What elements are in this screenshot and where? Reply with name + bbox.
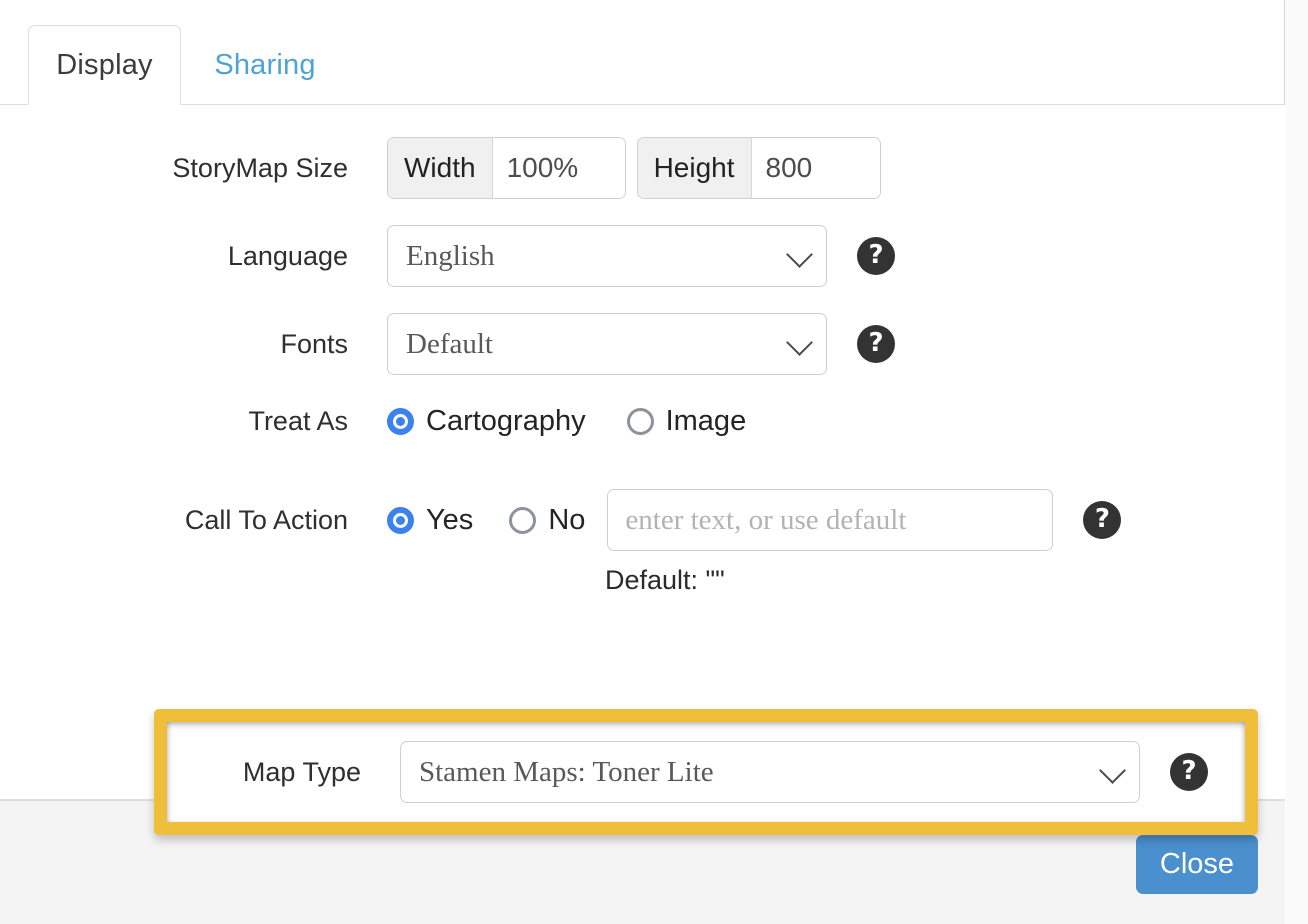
chevron-down-icon	[786, 241, 813, 268]
chevron-down-icon	[1099, 757, 1126, 784]
fonts-select[interactable]: Default	[387, 313, 827, 375]
map-type-controls: Stamen Maps: Toner Lite ?	[361, 741, 1208, 803]
row-storymap-size: StoryMap Size Width 100% Height 800	[0, 137, 1285, 199]
map-type-highlight-inner: Map Type Stamen Maps: Toner Lite ?	[167, 722, 1245, 822]
radio-treat-as-image-label: Image	[666, 405, 747, 438]
storymap-height-input-group[interactable]: Height 800	[637, 137, 881, 199]
fonts-select-value: Default	[388, 328, 493, 361]
treat-as-controls: Cartography Image	[348, 405, 746, 438]
tab-display[interactable]: Display	[28, 25, 181, 105]
storymap-height-addon: Height	[638, 138, 752, 198]
radio-unselected-icon	[509, 507, 536, 534]
radio-selected-icon	[387, 408, 414, 435]
tab-sharing-label: Sharing	[214, 49, 315, 82]
row-call-to-action: Call To Action Yes No enter text, or use…	[0, 489, 1285, 551]
radio-treat-as-image[interactable]: Image	[627, 405, 747, 438]
call-to-action-help-glyph: ?	[1095, 506, 1110, 532]
language-select[interactable]: English	[387, 225, 827, 287]
tab-sharing[interactable]: Sharing	[185, 25, 345, 105]
radio-treat-as-cartography[interactable]: Cartography	[387, 405, 586, 438]
radio-call-to-action-yes[interactable]: Yes	[387, 504, 473, 537]
call-to-action-label: Call To Action	[0, 505, 348, 536]
fonts-help-glyph: ?	[868, 330, 883, 356]
call-to-action-default-note: Default: ""	[605, 565, 725, 596]
tab-display-label: Display	[56, 49, 153, 82]
treat-as-label: Treat As	[0, 406, 348, 437]
fonts-controls: Default ?	[348, 313, 895, 375]
radio-unselected-icon	[627, 408, 654, 435]
map-type-highlight-box: Map Type Stamen Maps: Toner Lite ?	[154, 709, 1258, 835]
radio-treat-as-cartography-label: Cartography	[426, 405, 586, 438]
storymap-width-input-group[interactable]: Width 100%	[387, 137, 626, 199]
display-settings-form: StoryMap Size Width 100% Height 800 Lang…	[0, 105, 1285, 799]
row-fonts: Fonts Default ?	[0, 313, 1285, 375]
call-to-action-text-input[interactable]: enter text, or use default	[607, 489, 1053, 551]
map-type-label: Map Type	[13, 757, 361, 788]
radio-call-to-action-yes-label: Yes	[426, 504, 473, 537]
row-treat-as: Treat As Cartography Image	[0, 405, 1285, 438]
map-type-select[interactable]: Stamen Maps: Toner Lite	[400, 741, 1140, 803]
language-controls: English ?	[348, 225, 895, 287]
storymap-size-controls: Width 100% Height 800	[348, 137, 881, 199]
storymap-height-input[interactable]: 800	[752, 138, 880, 198]
map-type-help-icon[interactable]: ?	[1170, 753, 1208, 791]
language-select-value: English	[388, 240, 495, 273]
close-button[interactable]: Close	[1136, 835, 1258, 894]
radio-call-to-action-no-label: No	[548, 504, 585, 537]
storymap-size-label: StoryMap Size	[0, 153, 348, 184]
map-type-select-value: Stamen Maps: Toner Lite	[401, 756, 714, 789]
map-type-help-glyph: ?	[1181, 758, 1196, 784]
radio-call-to-action-no[interactable]: No	[509, 504, 585, 537]
fonts-label: Fonts	[0, 329, 348, 360]
call-to-action-help-icon[interactable]: ?	[1083, 501, 1121, 539]
row-language: Language English ?	[0, 225, 1285, 287]
row-map-type: Map Type Stamen Maps: Toner Lite ?	[13, 741, 1298, 803]
language-help-icon[interactable]: ?	[857, 237, 895, 275]
storymap-width-input[interactable]: 100%	[493, 138, 625, 198]
language-label: Language	[0, 241, 348, 272]
fonts-help-icon[interactable]: ?	[857, 325, 895, 363]
language-help-glyph: ?	[868, 242, 883, 268]
chevron-down-icon	[786, 329, 813, 356]
settings-panel: Display Sharing StoryMap Size Width 100%…	[0, 0, 1285, 924]
radio-selected-icon	[387, 507, 414, 534]
storymap-width-addon: Width	[388, 138, 493, 198]
tab-bar: Display Sharing	[0, 0, 1285, 105]
call-to-action-controls: Yes No enter text, or use default ?	[348, 489, 1121, 551]
